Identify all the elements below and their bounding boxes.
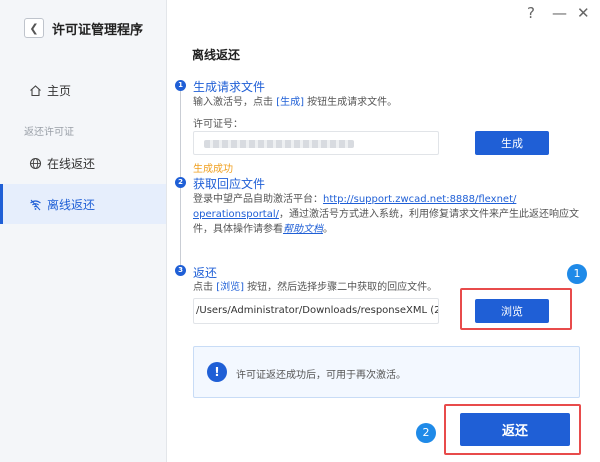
step-1-title: 生成请求文件 <box>193 80 266 94</box>
home-icon <box>28 83 42 97</box>
minimize-icon[interactable]: — <box>552 4 567 22</box>
sidebar-item-label: 离线返还 <box>47 197 96 212</box>
sidebar: ❮ 许可证管理程序 主页 返还许可证 在线返还 离线返还 <box>0 0 167 462</box>
close-icon[interactable]: ✕ <box>577 4 590 22</box>
highlight-box-return <box>444 404 581 455</box>
step-3-desc: 点击 [浏览] 按钮，然后选择步骤二中获取的回应文件。 <box>193 282 438 293</box>
notice-text: 许可证返还成功后，可用于再次激活。 <box>236 370 406 381</box>
info-notice: ! 许可证返还成功后，可用于再次激活。 <box>193 346 580 398</box>
sidebar-item-home[interactable]: 主页 <box>0 72 166 108</box>
help-doc-link[interactable]: 帮助文档 <box>283 224 323 235</box>
step-3-title: 返还 <box>193 266 218 280</box>
step-1-desc: 输入激活号，点击 [生成] 按钮生成请求文件。 <box>193 97 398 108</box>
license-number-value <box>204 140 354 148</box>
page-title: 离线返还 <box>192 48 241 62</box>
sidebar-item-label: 在线返还 <box>47 156 96 171</box>
step-1-marker: 1 <box>175 80 186 91</box>
generate-button[interactable]: 生成 <box>475 131 549 155</box>
step-2-marker: 2 <box>175 177 186 188</box>
activation-portal-link-cont[interactable]: operationsportal/ <box>193 209 279 220</box>
step-2-title: 获取回应文件 <box>193 177 266 191</box>
sidebar-section-label: 返还许可证 <box>24 127 74 138</box>
step-2-desc: 登录中望产品自助激活平台：http://support.zwcad.net:88… <box>193 194 579 235</box>
annotation-badge-1: 1 <box>567 264 587 284</box>
annotation-badge-2: 2 <box>416 423 436 443</box>
sidebar-item-online-return[interactable]: 在线返还 <box>0 145 166 181</box>
sidebar-item-label: 主页 <box>47 83 72 98</box>
license-label: 许可证号： <box>193 119 243 130</box>
activation-portal-link[interactable]: http://support.zwcad.net:8888/flexnet/ <box>323 194 516 205</box>
help-icon[interactable]: ? <box>527 4 535 22</box>
app-title: 许可证管理程序 <box>52 23 144 38</box>
info-icon: ! <box>207 362 227 382</box>
license-number-field[interactable] <box>193 131 439 155</box>
globe-icon <box>28 156 42 170</box>
generate-success-text: 生成成功 <box>193 164 233 175</box>
response-file-path-field[interactable]: /Users/Administrator/Downloads/responseX… <box>193 298 439 324</box>
sidebar-item-offline-return[interactable]: 离线返还 <box>0 184 166 224</box>
back-button[interactable]: ❮ <box>24 18 44 38</box>
highlight-box-browse <box>460 288 572 330</box>
chevron-left-icon: ❮ <box>29 21 39 35</box>
step-3-marker: 3 <box>175 265 186 276</box>
wifi-off-icon <box>28 197 42 211</box>
